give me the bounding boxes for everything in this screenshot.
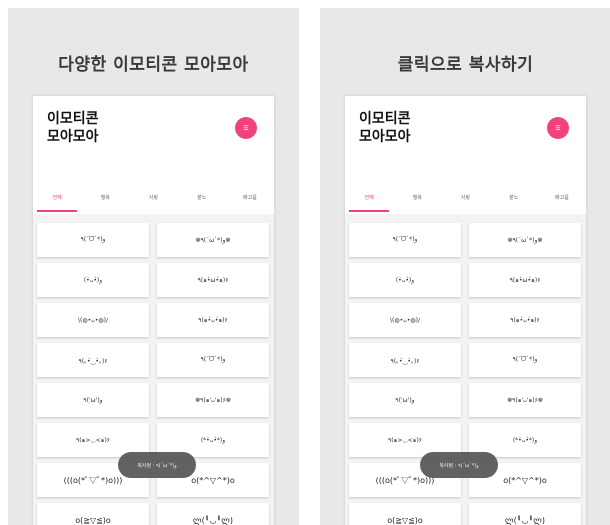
emoticon-item[interactable]: ❁٩(ˊωˋ*)و❁ [157,223,269,257]
emoticon-item[interactable]: ٩(ˊᗜˋ*)و [37,223,149,257]
menu-button[interactable]: ☰ [235,117,257,139]
emoticon-item[interactable]: ٩(｡•́‿•̀｡)۶ [37,343,149,377]
emoticon-item[interactable]: ٩(๑•̀ᴗ•́๑)۶ [469,303,581,337]
emoticon-item[interactable]: o(≧▽≦)o [37,503,149,525]
emoticon-item[interactable]: ❁٩(ˊωˋ*)و❁ [469,223,581,257]
tab-all[interactable]: 전체 [345,190,393,214]
app-header: 이모티콘 모아모아 ☰ 전체 행복 사랑 분노 배고픔 [33,96,274,214]
emoticon-item[interactable]: ٩('ω')و [37,383,149,417]
promo-panel-right: 클릭으로 복사하기 이모티콘 모아모아 ☰ 전체 행복 사랑 분노 배고픔 ٩(… [320,8,610,525]
emoticon-item[interactable]: ٩(｡•́‿•̀｡)۶ [349,343,461,377]
emoticon-item[interactable]: ٩('ω')و [349,383,461,417]
promo-headline: 다양한 이모티콘 모아모아 [58,55,249,75]
emoticon-grid: ٩(ˊᗜˋ*)و ❁٩(ˊωˋ*)و❁ (•̀ᴗ•́)و ٩(๑•̀ω•́๑)۶… [349,223,582,525]
promo-panel-left: 다양한 이모티콘 모아모아 이모티콘 모아모아 ☰ 전체 행복 사랑 분노 배고… [8,8,299,525]
tab-love[interactable]: 사랑 [129,190,177,214]
tab-all[interactable]: 전체 [33,190,81,214]
menu-button[interactable]: ☰ [547,117,569,139]
copied-toast: 복사됨 : ٩(ˊωˋ*)و [420,452,498,478]
tab-hungry[interactable]: 배고픔 [226,190,274,214]
tab-happy[interactable]: 행복 [393,190,441,214]
category-tabs: 전체 행복 사랑 분노 배고픔 [345,190,586,214]
emoticon-item[interactable]: \(◍•ᴗ•◍)/ [37,303,149,337]
tab-hungry[interactable]: 배고픔 [538,190,586,214]
phone-screen: 이모티콘 모아모아 ☰ 전체 행복 사랑 분노 배고픔 ٩(ˊᗜˋ*)و ❁٩(… [345,96,586,525]
emoticon-item[interactable]: ❁٩(๑'ᴗ'๑)۶❁ [469,383,581,417]
promo-headline: 클릭으로 복사하기 [397,55,534,75]
emoticon-item[interactable]: ❁٩(๑'ᴗ'๑)۶❁ [157,383,269,417]
menu-icon: ☰ [243,124,249,132]
emoticon-item[interactable]: ٩(๑•̀ᴗ•́๑)۶ [157,303,269,337]
emoticon-item[interactable]: ٩(๑•̀ω•́๑)۶ [157,263,269,297]
emoticon-item[interactable]: ლ(╹◡╹ლ) [157,503,269,525]
app-title: 이모티콘 모아모아 [47,111,99,145]
tab-happy[interactable]: 행복 [81,190,129,214]
tab-anger[interactable]: 분노 [178,190,226,214]
app-header: 이모티콘 모아모아 ☰ 전체 행복 사랑 분노 배고픔 [345,96,586,214]
category-tabs: 전체 행복 사랑 분노 배고픔 [33,190,274,214]
tab-love[interactable]: 사랑 [441,190,489,214]
phone-screen: 이모티콘 모아모아 ☰ 전체 행복 사랑 분노 배고픔 ٩(ˊᗜˋ*)و ❁٩(… [33,96,274,525]
menu-icon: ☰ [555,124,561,132]
tab-anger[interactable]: 분노 [490,190,538,214]
emoticon-item[interactable]: (•̀ᴗ•́)و [37,263,149,297]
emoticon-item[interactable]: ლ(╹◡╹ლ) [469,503,581,525]
emoticon-item[interactable]: ٩(ˊᗜˋ*)و [349,223,461,257]
emoticon-item[interactable]: \(◍•ᴗ•◍)/ [349,303,461,337]
emoticon-grid: ٩(ˊᗜˋ*)و ❁٩(ˊωˋ*)و❁ (•̀ᴗ•́)و ٩(๑•̀ω•́๑)۶… [37,223,270,525]
emoticon-item[interactable]: ٩(ˊᗜˋ*)و [157,343,269,377]
emoticon-item[interactable]: ٩(๑•̀ω•́๑)۶ [469,263,581,297]
copied-toast: 복사됨 : ٩(ˊωˋ*)و [118,452,196,478]
emoticon-item[interactable]: (•̀ᴗ•́)و [349,263,461,297]
app-title: 이모티콘 모아모아 [359,111,411,145]
emoticon-item[interactable]: o(≧▽≦)o [349,503,461,525]
emoticon-item[interactable]: ٩(ˊᗜˋ*)و [469,343,581,377]
